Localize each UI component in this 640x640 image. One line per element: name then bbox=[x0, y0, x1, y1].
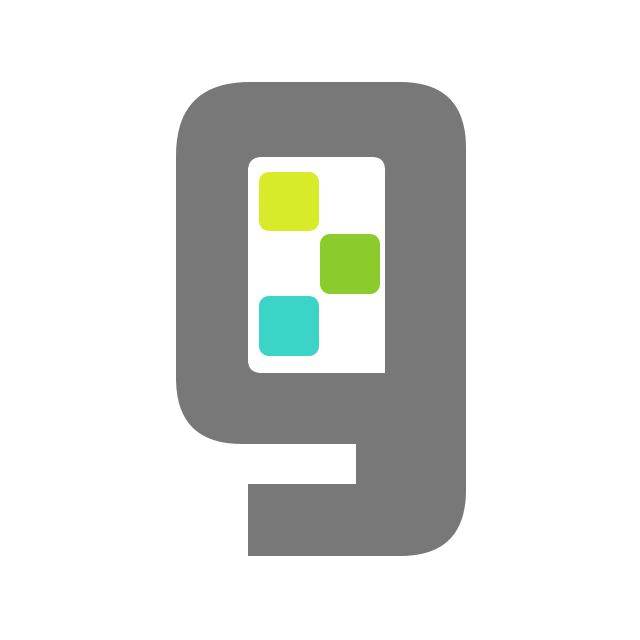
glyph-stem-inner bbox=[356, 373, 385, 484]
logo-canvas bbox=[0, 0, 640, 640]
g-logo-icon bbox=[0, 0, 640, 640]
lime-square-icon bbox=[259, 172, 319, 231]
green-square-icon bbox=[320, 234, 380, 294]
teal-square-icon bbox=[259, 296, 319, 356]
